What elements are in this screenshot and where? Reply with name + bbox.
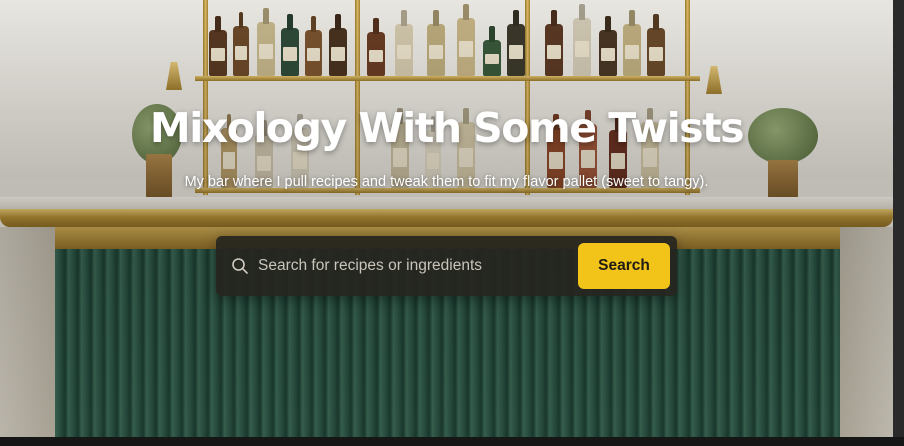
search-icon bbox=[231, 257, 249, 275]
window-edge-bottom bbox=[0, 437, 904, 446]
page-subtitle: My bar where I pull recipes and tweak th… bbox=[184, 174, 709, 190]
hero-section: Mixology With Some Twists My bar where I… bbox=[0, 0, 893, 437]
search-input[interactable] bbox=[256, 250, 575, 282]
search-bar: Search bbox=[216, 236, 677, 296]
page-title: Mixology With Some Twists bbox=[149, 104, 745, 152]
search-button[interactable]: Search bbox=[578, 243, 670, 289]
window-edge-right bbox=[893, 0, 904, 446]
